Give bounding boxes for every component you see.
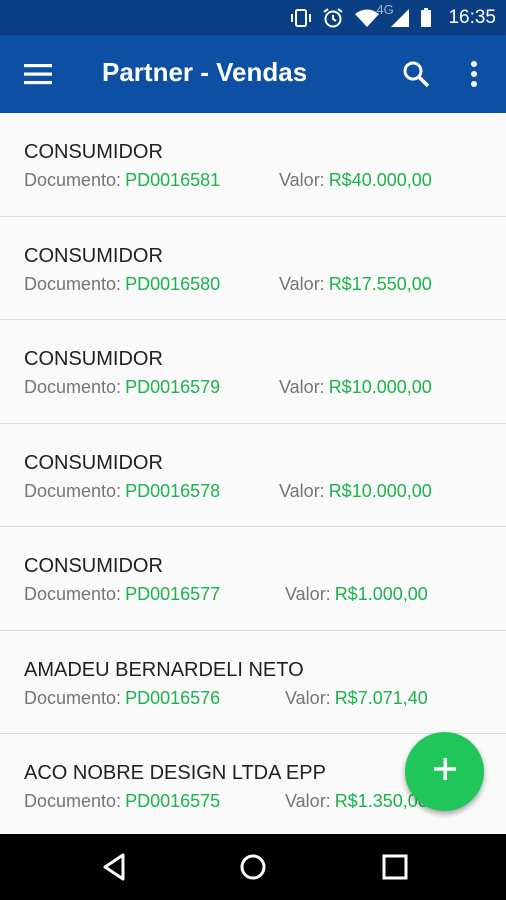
value-field: Valor: R$40.000,00	[279, 170, 432, 191]
value-label: Valor:	[279, 170, 325, 190]
list-item[interactable]: CONSUMIDOR Documento: PD0016578 Valor: R$1…	[0, 423, 506, 527]
document-label: Documento:	[24, 377, 122, 397]
customer-name: CONSUMIDOR	[24, 555, 163, 577]
more-vert-icon[interactable]	[466, 59, 482, 89]
value-label: Valor:	[279, 480, 325, 501]
document-field: Documento: PD0016577	[24, 584, 220, 605]
value-label: Valor:	[285, 584, 331, 604]
document-number: PD0016576	[125, 687, 221, 708]
status-bar: 4G 16:35	[0, 0, 506, 35]
page-title: Partner - Vendas	[102, 57, 308, 87]
document-number: PD0016580	[125, 273, 221, 294]
customer-name: CONSUMIDOR	[24, 348, 163, 370]
list-item[interactable]: CONSUMIDOR Documento: PD0016581 Valor: R$4…	[0, 113, 506, 217]
value-field: Valor: R$1.000,00	[285, 584, 428, 605]
value-field: Valor: R$1.350,00	[285, 791, 428, 812]
document-field: Documento: PD0016575	[24, 791, 220, 812]
value-amount: R$1.000,00	[334, 584, 428, 604]
document-label: Documento:	[24, 170, 122, 190]
signal-icon: 4G	[376, 2, 410, 28]
recents-icon[interactable]	[381, 852, 409, 887]
document-number: PD0016575	[125, 791, 221, 811]
network-type: 4G	[376, 1, 394, 17]
document-number: PD0016577	[125, 584, 221, 604]
document-label: Documento:	[24, 687, 122, 708]
value-amount: R$17.550,00	[328, 273, 432, 294]
list-item[interactable]: AMADEU BERNARDELI NETO Documento: PD00165…	[0, 630, 506, 734]
value-label: Valor:	[279, 377, 325, 397]
customer-name: ACO NOBRE DESIGN LTDA EPP	[24, 762, 326, 784]
customer-name: AMADEU BERNARDELI NETO	[24, 658, 304, 681]
sales-list[interactable]: CONSUMIDOR Documento: PD0016581 Valor: R$4…	[0, 113, 506, 834]
document-number: PD0016578	[125, 480, 221, 501]
document-field: Documento: PD0016580	[24, 274, 220, 295]
value-label: Valor:	[285, 791, 331, 811]
list-item[interactable]: CONSUMIDOR Documento: PD0016580 Valor: R$1…	[0, 216, 506, 320]
value-amount: R$10.000,00	[328, 480, 432, 501]
value-amount: R$40.000,00	[328, 170, 432, 190]
list-item[interactable]: CONSUMIDOR Documento: PD0016577 Valor: R$1…	[0, 527, 506, 631]
document-label: Documento:	[24, 791, 122, 811]
document-label: Documento:	[24, 584, 122, 604]
value-amount: R$10.000,00	[328, 377, 432, 397]
document-field: Documento: PD0016578	[24, 481, 220, 502]
menu-icon[interactable]	[24, 61, 54, 87]
value-label: Valor:	[285, 687, 331, 708]
home-icon[interactable]	[238, 852, 268, 887]
customer-name: CONSUMIDOR	[24, 141, 163, 163]
alarm-icon	[322, 7, 344, 29]
value-field: Valor: R$10.000,00	[279, 481, 432, 502]
customer-name: CONSUMIDOR	[24, 244, 163, 267]
value-field: Valor: R$10.000,00	[279, 377, 432, 398]
document-label: Documento:	[24, 273, 122, 294]
battery-icon	[420, 7, 432, 28]
document-number: PD0016579	[125, 377, 221, 397]
document-field: Documento: PD0016576	[24, 688, 220, 709]
document-number: PD0016581	[125, 170, 221, 190]
document-label: Documento:	[24, 480, 122, 501]
status-time: 16:35	[448, 6, 496, 28]
value-label: Valor:	[279, 273, 325, 294]
add-sale-button[interactable]	[405, 732, 484, 811]
nav-bar	[0, 834, 506, 900]
value-field: Valor: R$7.071,40	[285, 688, 428, 709]
vibrate-icon	[290, 8, 312, 28]
back-icon[interactable]	[101, 852, 127, 887]
document-field: Documento: PD0016581	[24, 170, 220, 191]
document-field: Documento: PD0016579	[24, 377, 220, 398]
value-amount: R$7.071,40	[334, 687, 428, 708]
app-bar: Partner - Vendas	[0, 35, 506, 113]
search-icon[interactable]	[402, 60, 430, 88]
customer-name: CONSUMIDOR	[24, 451, 163, 474]
list-item[interactable]: CONSUMIDOR Documento: PD0016579 Valor: R$1…	[0, 320, 506, 424]
add-icon	[432, 756, 458, 787]
value-field: Valor: R$17.550,00	[279, 274, 432, 295]
